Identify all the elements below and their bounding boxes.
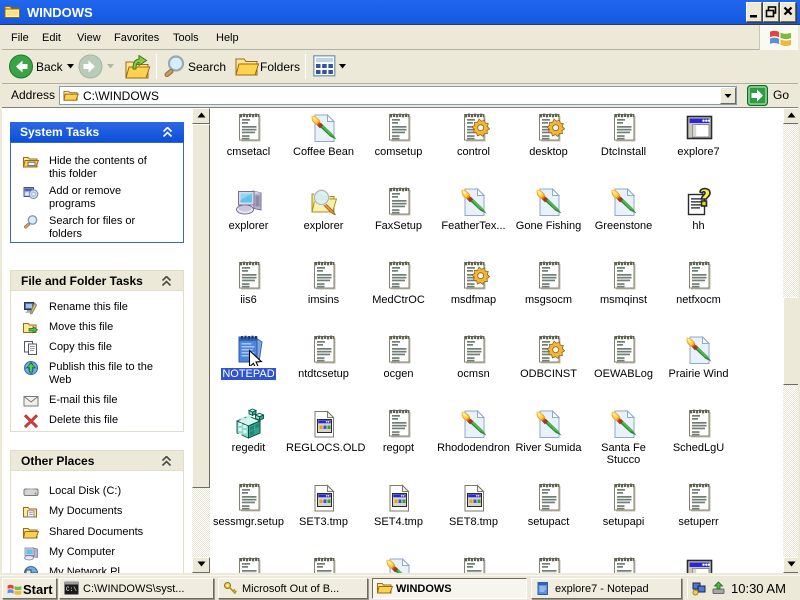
svg-text:C:\: C:\ xyxy=(66,586,77,593)
